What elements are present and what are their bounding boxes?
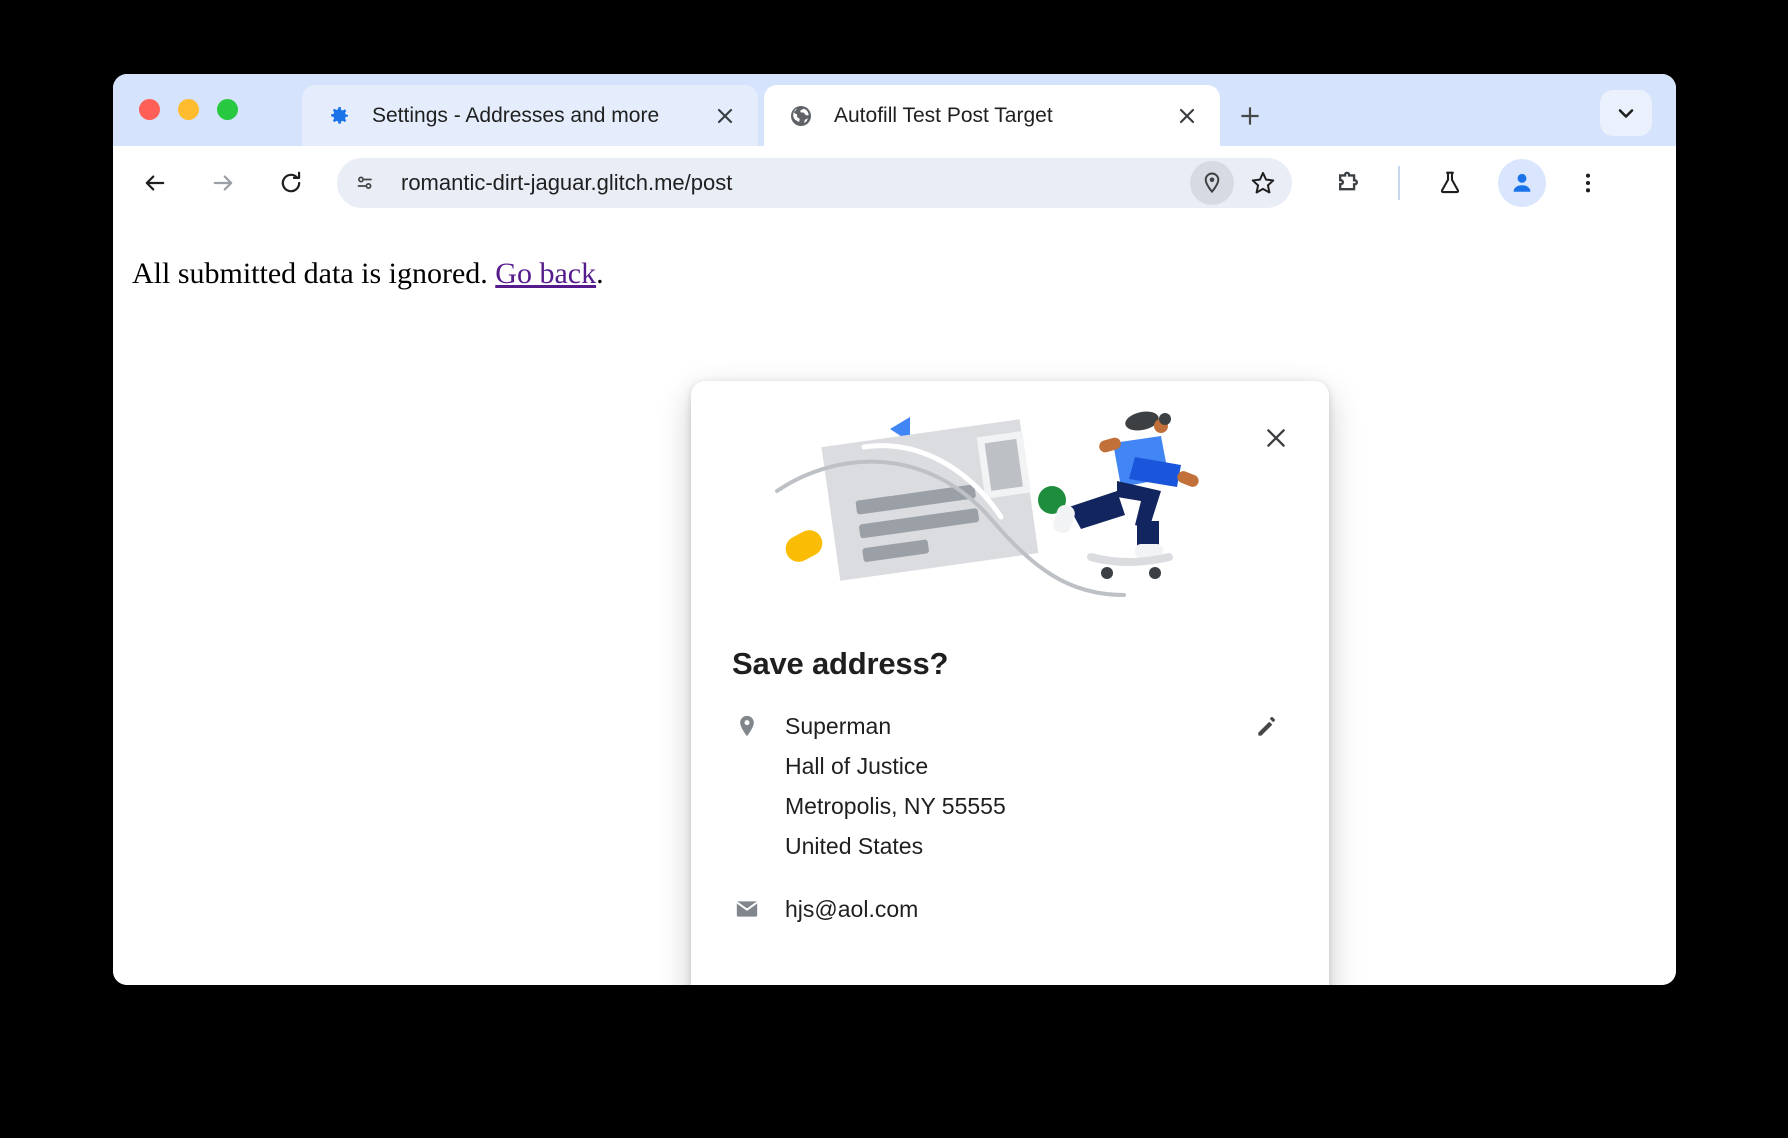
tab-autofill-test-post-target[interactable]: Autofill Test Post Target xyxy=(764,85,1220,146)
page-message-text: All submitted data is ignored. xyxy=(132,257,496,290)
reload-icon xyxy=(281,171,301,193)
tab-strip: Settings - Addresses and more Autofill T… xyxy=(113,74,1676,146)
dialog-title: Save address? xyxy=(732,646,949,681)
arrow-left-icon xyxy=(145,175,165,191)
extensions-button[interactable] xyxy=(1324,159,1372,207)
maximize-window-button[interactable] xyxy=(217,99,238,120)
address-line: United States xyxy=(785,833,924,859)
browser-window: Settings - Addresses and more Autofill T… xyxy=(113,74,1676,985)
page-message: All submitted data is ignored. Go back. xyxy=(132,257,604,291)
page-message-period: . xyxy=(596,257,604,290)
flask-icon xyxy=(1440,171,1460,194)
go-back-link[interactable]: Go back xyxy=(495,257,596,290)
more-vertical-icon xyxy=(1585,173,1591,193)
back-button[interactable] xyxy=(131,159,179,207)
forward-button[interactable] xyxy=(199,159,247,207)
email-value: hjs@aol.com xyxy=(785,896,919,922)
tab-title: Settings - Addresses and more xyxy=(372,103,660,127)
reload-button[interactable] xyxy=(267,159,315,207)
toolbar-divider xyxy=(1398,166,1400,200)
envelope-icon xyxy=(732,894,762,924)
close-icon[interactable] xyxy=(1168,97,1206,135)
close-icon[interactable] xyxy=(1255,417,1297,459)
address-lines: Superman Hall of Justice Metropolis, NY … xyxy=(785,706,1246,866)
email-value-wrap: hjs@aol.com xyxy=(785,889,1288,929)
globe-icon xyxy=(789,104,813,128)
tab-search-button[interactable] xyxy=(1600,90,1652,136)
address-line: Metropolis, NY 55555 xyxy=(785,793,1006,819)
bookmark-star-icon[interactable] xyxy=(1240,160,1286,206)
chevron-down-icon xyxy=(1618,109,1634,118)
edit-pencil-icon[interactable] xyxy=(1246,706,1288,748)
address-line: Superman xyxy=(785,713,892,739)
close-icon[interactable] xyxy=(706,97,744,135)
email-row: hjs@aol.com xyxy=(732,889,1288,929)
tab-settings-addresses[interactable]: Settings - Addresses and more xyxy=(302,85,758,146)
address-line: Hall of Justice xyxy=(785,753,929,779)
save-address-dialog: Save address? Superman Hall of Justice M… xyxy=(691,381,1329,985)
window-controls xyxy=(139,99,238,120)
browser-toolbar: romantic-dirt-jaguar.glitch.me/post xyxy=(113,146,1676,220)
close-window-button[interactable] xyxy=(139,99,160,120)
envelope-skateboarder-illustration xyxy=(769,399,1249,614)
person-icon xyxy=(1513,173,1531,192)
plus-icon xyxy=(1241,107,1259,125)
arrow-right-icon xyxy=(213,175,233,191)
chrome-menu-button[interactable] xyxy=(1564,159,1612,207)
location-permission-icon[interactable] xyxy=(1190,161,1234,205)
experiments-button[interactable] xyxy=(1426,159,1474,207)
gear-icon xyxy=(327,104,351,128)
page-content: All submitted data is ignored. Go back. xyxy=(113,220,1676,985)
tab-title: Autofill Test Post Target xyxy=(834,103,1053,127)
address-bar[interactable]: romantic-dirt-jaguar.glitch.me/post xyxy=(337,158,1292,208)
location-pin-icon xyxy=(732,711,762,741)
url-text[interactable]: romantic-dirt-jaguar.glitch.me/post xyxy=(401,170,1190,196)
address-row: Superman Hall of Justice Metropolis, NY … xyxy=(732,706,1288,866)
profile-avatar-button[interactable] xyxy=(1498,159,1546,207)
puzzle-icon xyxy=(1339,171,1358,191)
new-tab-button[interactable] xyxy=(1230,96,1270,136)
minimize-window-button[interactable] xyxy=(178,99,199,120)
site-info-icon[interactable] xyxy=(345,163,385,203)
